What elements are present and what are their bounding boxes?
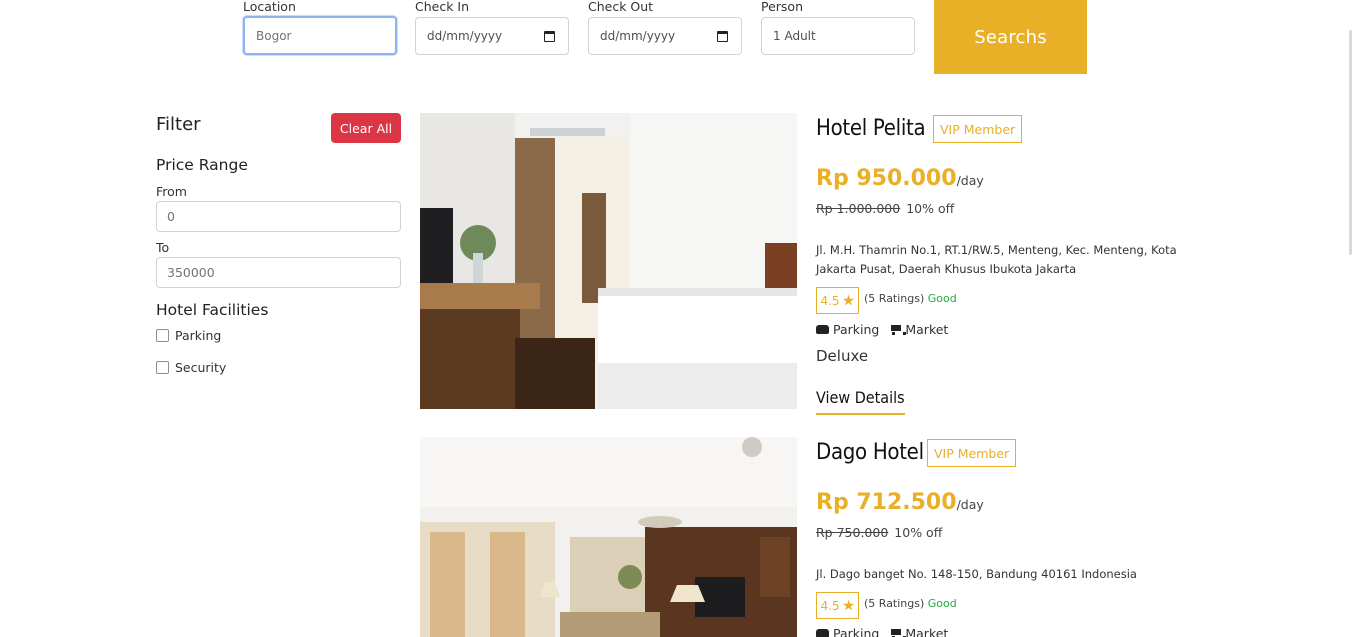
ratings-count: (5 Ratings) (864, 292, 925, 305)
hotel-facilities: Parking Market (816, 322, 948, 337)
facility-label: Market (905, 626, 949, 637)
cart-icon (889, 324, 907, 335)
calendar-icon[interactable] (717, 30, 728, 42)
parking-label: Parking (175, 328, 222, 343)
vip-badge: VIP Member (933, 115, 1023, 143)
view-details-link[interactable]: View Details (816, 388, 905, 415)
price-value: Rp 950.000 (816, 166, 957, 191)
hotel-photo-livingroom[interactable] (420, 437, 797, 637)
price-value: Rp 712.500 (816, 490, 957, 515)
person-select[interactable]: 1 Adult (761, 17, 915, 55)
location-label: Location (243, 0, 296, 14)
check-in-placeholder: dd/mm/yyyy (427, 29, 503, 43)
hotel-price: Rp 712.500/day (816, 490, 984, 515)
discount-text: 10% off (894, 525, 943, 540)
rating-badge: 4.5 (816, 592, 859, 619)
search-button[interactable]: Searchs (934, 0, 1087, 74)
to-label: To (156, 240, 170, 255)
location-value: Bogor (256, 28, 292, 43)
room-type: Deluxe (816, 347, 869, 365)
price-unit: /day (956, 173, 984, 188)
hotel-address: Jl. Dago banget No. 148-150, Bandung 401… (816, 567, 1137, 581)
hotel-facilities-title: Hotel Facilities (156, 301, 269, 319)
hotel-name[interactable]: Dago Hotel (816, 440, 924, 465)
from-label: From (156, 184, 187, 199)
hotel-facilities: Parking Market (816, 626, 948, 637)
price-unit: /day (956, 497, 984, 512)
rating-word: Good (927, 597, 957, 610)
filter-title: Filter (156, 114, 201, 135)
person-value: 1 Adult (773, 29, 816, 43)
price-range-title: Price Range (156, 156, 248, 174)
clear-all-button[interactable]: Clear All (331, 113, 401, 143)
security-checkbox[interactable] (156, 361, 169, 374)
old-price: Rp 750.000 (816, 525, 889, 540)
check-in-label: Check In (415, 0, 470, 14)
cart-icon (889, 628, 907, 637)
facility-option-security[interactable]: Security (156, 360, 226, 375)
facility-label: Parking (833, 322, 880, 337)
location-input[interactable]: Bogor (243, 16, 397, 55)
star-icon (842, 294, 855, 306)
car-icon (816, 629, 829, 637)
hotel-address: Jl. M.H. Thamrin No.1, RT.1/RW.5, Menten… (816, 243, 1177, 276)
check-out-placeholder: dd/mm/yyyy (600, 29, 676, 43)
facility-label: Parking (833, 626, 880, 637)
rating-summary: (5 Ratings) Good (864, 597, 957, 610)
old-price-row: Rp 750.000 10% off (816, 525, 942, 540)
price-to-input[interactable]: 350000 (156, 257, 401, 288)
price-from-input[interactable]: 0 (156, 201, 401, 232)
security-label: Security (175, 360, 227, 375)
ratings-count: (5 Ratings) (864, 597, 925, 610)
vip-badge: VIP Member (927, 439, 1017, 467)
price-from-value: 0 (167, 209, 175, 224)
rating-value: 4.5 (820, 293, 840, 308)
check-out-input[interactable]: dd/mm/yyyy (588, 17, 742, 55)
hotel-price: Rp 950.000/day (816, 166, 984, 191)
check-in-input[interactable]: dd/mm/yyyy (415, 17, 569, 55)
old-price: Rp 1.000.000 (816, 201, 901, 216)
star-icon (842, 599, 855, 611)
rating-summary: (5 Ratings) Good (864, 292, 957, 305)
hotel-name[interactable]: Hotel Pelita (816, 116, 926, 141)
rating-word: Good (927, 292, 957, 305)
hotel-photo-bedroom[interactable] (420, 113, 797, 409)
bedroom-image (420, 113, 797, 409)
living-room-image (420, 437, 797, 637)
parking-checkbox[interactable] (156, 329, 169, 342)
facility-option-parking[interactable]: Parking (156, 328, 221, 343)
person-label: Person (761, 0, 804, 14)
price-to-value: 350000 (167, 265, 215, 280)
rating-value: 4.5 (820, 598, 840, 613)
calendar-icon[interactable] (544, 30, 555, 42)
discount-text: 10% off (906, 201, 955, 216)
facility-label: Market (905, 322, 949, 337)
check-out-label: Check Out (588, 0, 654, 14)
car-icon (816, 325, 829, 334)
rating-badge: 4.5 (816, 287, 859, 314)
old-price-row: Rp 1.000.000 10% off (816, 201, 954, 216)
